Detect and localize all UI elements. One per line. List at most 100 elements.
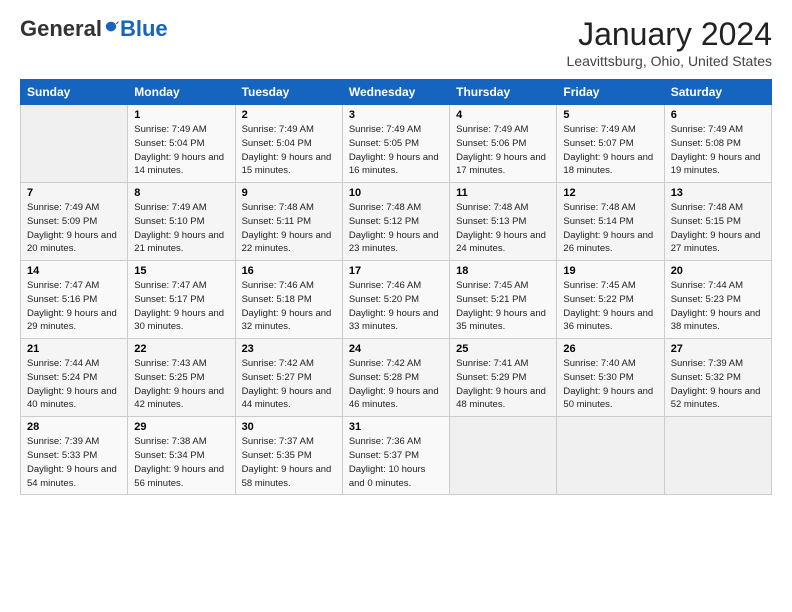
- day-cell: 18 Sunrise: 7:45 AMSunset: 5:21 PMDayligh…: [450, 261, 557, 339]
- day-cell: 20 Sunrise: 7:44 AMSunset: 5:23 PMDayligh…: [664, 261, 771, 339]
- day-cell: 27 Sunrise: 7:39 AMSunset: 5:32 PMDayligh…: [664, 339, 771, 417]
- day-number: 13: [671, 187, 765, 199]
- day-info: Sunrise: 7:48 AMSunset: 5:11 PMDaylight:…: [242, 201, 336, 256]
- day-cell: 16 Sunrise: 7:46 AMSunset: 5:18 PMDayligh…: [235, 261, 342, 339]
- day-cell: 21 Sunrise: 7:44 AMSunset: 5:24 PMDayligh…: [21, 339, 128, 417]
- day-cell: 30Sunrise: 7:37 AMSunset: 5:35 PMDayligh…: [235, 417, 342, 495]
- day-info: Sunrise: 7:46 AMSunset: 5:18 PMDaylight:…: [242, 279, 336, 334]
- day-number: 4: [456, 109, 550, 121]
- day-info: Sunrise: 7:49 AMSunset: 5:04 PMDaylight:…: [242, 123, 336, 178]
- weekday-header-tuesday: Tuesday: [235, 80, 342, 105]
- day-info: Sunrise: 7:48 AMSunset: 5:13 PMDaylight:…: [456, 201, 550, 256]
- day-number: 16: [242, 265, 336, 277]
- day-cell: 2Sunrise: 7:49 AMSunset: 5:04 PMDaylight…: [235, 105, 342, 183]
- calendar-page: General Blue January 2024 Leavittsburg, …: [0, 0, 792, 505]
- day-cell: 15 Sunrise: 7:47 AMSunset: 5:17 PMDayligh…: [128, 261, 235, 339]
- day-number: 6: [671, 109, 765, 121]
- day-info: Sunrise: 7:48 AMSunset: 5:15 PMDaylight:…: [671, 201, 765, 256]
- day-info: Sunrise: 7:45 AMSunset: 5:21 PMDaylight:…: [456, 279, 550, 334]
- header: General Blue January 2024 Leavittsburg, …: [20, 16, 772, 69]
- day-cell: 9 Sunrise: 7:48 AMSunset: 5:11 PMDaylight…: [235, 183, 342, 261]
- logo-general-text: General: [20, 16, 102, 42]
- title-block: January 2024 Leavittsburg, Ohio, United …: [567, 16, 772, 69]
- day-info: Sunrise: 7:43 AMSunset: 5:25 PMDaylight:…: [134, 357, 228, 412]
- day-number: 26: [563, 343, 657, 355]
- day-number: 11: [456, 187, 550, 199]
- weekday-header-friday: Friday: [557, 80, 664, 105]
- day-number: 9: [242, 187, 336, 199]
- day-cell: 24Sunrise: 7:42 AMSunset: 5:28 PMDayligh…: [342, 339, 449, 417]
- day-number: 24: [349, 343, 443, 355]
- day-number: 3: [349, 109, 443, 121]
- day-info: Sunrise: 7:49 AMSunset: 5:06 PMDaylight:…: [456, 123, 550, 178]
- day-cell: 4 Sunrise: 7:49 AMSunset: 5:06 PMDaylight…: [450, 105, 557, 183]
- day-info: Sunrise: 7:45 AMSunset: 5:22 PMDaylight:…: [563, 279, 657, 334]
- day-number: 8: [134, 187, 228, 199]
- day-number: 1: [134, 109, 228, 121]
- day-number: 27: [671, 343, 765, 355]
- day-cell: [557, 417, 664, 495]
- day-number: 5: [563, 109, 657, 121]
- day-info: Sunrise: 7:49 AMSunset: 5:10 PMDaylight:…: [134, 201, 228, 256]
- day-cell: 12Sunrise: 7:48 AMSunset: 5:14 PMDayligh…: [557, 183, 664, 261]
- day-number: 31: [349, 421, 443, 433]
- day-number: 15: [134, 265, 228, 277]
- weekday-header-saturday: Saturday: [664, 80, 771, 105]
- day-cell: 19Sunrise: 7:45 AMSunset: 5:22 PMDayligh…: [557, 261, 664, 339]
- day-number: 12: [563, 187, 657, 199]
- day-number: 17: [349, 265, 443, 277]
- day-cell: [664, 417, 771, 495]
- day-number: 29: [134, 421, 228, 433]
- day-cell: 26 Sunrise: 7:40 AMSunset: 5:30 PMDayligh…: [557, 339, 664, 417]
- day-number: 21: [27, 343, 121, 355]
- day-info: Sunrise: 7:39 AMSunset: 5:32 PMDaylight:…: [671, 357, 765, 412]
- day-info: Sunrise: 7:42 AMSunset: 5:27 PMDaylight:…: [242, 357, 336, 412]
- day-number: 7: [27, 187, 121, 199]
- day-info: Sunrise: 7:47 AMSunset: 5:17 PMDaylight:…: [134, 279, 228, 334]
- day-number: 18: [456, 265, 550, 277]
- day-info: Sunrise: 7:44 AMSunset: 5:23 PMDaylight:…: [671, 279, 765, 334]
- day-cell: [21, 105, 128, 183]
- day-cell: 3 Sunrise: 7:49 AMSunset: 5:05 PMDaylight…: [342, 105, 449, 183]
- day-cell: 13 Sunrise: 7:48 AMSunset: 5:15 PMDayligh…: [664, 183, 771, 261]
- day-info: Sunrise: 7:44 AMSunset: 5:24 PMDaylight:…: [27, 357, 121, 412]
- logo-bird-icon: [103, 20, 119, 38]
- day-info: Sunrise: 7:41 AMSunset: 5:29 PMDaylight:…: [456, 357, 550, 412]
- week-row-2: 7Sunrise: 7:49 AMSunset: 5:09 PMDaylight…: [21, 183, 772, 261]
- week-row-5: 28Sunrise: 7:39 AMSunset: 5:33 PMDayligh…: [21, 417, 772, 495]
- month-title: January 2024: [567, 16, 772, 53]
- day-info: Sunrise: 7:46 AMSunset: 5:20 PMDaylight:…: [349, 279, 443, 334]
- weekday-header-wednesday: Wednesday: [342, 80, 449, 105]
- day-number: 23: [242, 343, 336, 355]
- weekday-header-monday: Monday: [128, 80, 235, 105]
- day-info: Sunrise: 7:49 AMSunset: 5:07 PMDaylight:…: [563, 123, 657, 178]
- day-cell: 23 Sunrise: 7:42 AMSunset: 5:27 PMDayligh…: [235, 339, 342, 417]
- logo-blue-text: Blue: [120, 16, 168, 42]
- day-number: 30: [242, 421, 336, 433]
- day-cell: 10Sunrise: 7:48 AMSunset: 5:12 PMDayligh…: [342, 183, 449, 261]
- day-cell: 28Sunrise: 7:39 AMSunset: 5:33 PMDayligh…: [21, 417, 128, 495]
- day-cell: 6 Sunrise: 7:49 AMSunset: 5:08 PMDaylight…: [664, 105, 771, 183]
- calendar-table: SundayMondayTuesdayWednesdayThursdayFrid…: [20, 79, 772, 495]
- day-number: 22: [134, 343, 228, 355]
- day-cell: 11 Sunrise: 7:48 AMSunset: 5:13 PMDayligh…: [450, 183, 557, 261]
- day-info: Sunrise: 7:49 AMSunset: 5:08 PMDaylight:…: [671, 123, 765, 178]
- day-cell: 25Sunrise: 7:41 AMSunset: 5:29 PMDayligh…: [450, 339, 557, 417]
- week-row-3: 14Sunrise: 7:47 AMSunset: 5:16 PMDayligh…: [21, 261, 772, 339]
- day-cell: 29Sunrise: 7:38 AMSunset: 5:34 PMDayligh…: [128, 417, 235, 495]
- day-info: Sunrise: 7:49 AMSunset: 5:04 PMDaylight:…: [134, 123, 228, 178]
- day-info: Sunrise: 7:40 AMSunset: 5:30 PMDaylight:…: [563, 357, 657, 412]
- day-info: Sunrise: 7:36 AMSunset: 5:37 PMDaylight:…: [349, 435, 443, 490]
- week-row-4: 21 Sunrise: 7:44 AMSunset: 5:24 PMDayligh…: [21, 339, 772, 417]
- location: Leavittsburg, Ohio, United States: [567, 53, 772, 69]
- day-cell: 22 Sunrise: 7:43 AMSunset: 5:25 PMDayligh…: [128, 339, 235, 417]
- day-cell: 31 Sunrise: 7:36 AMSunset: 5:37 PMDayligh…: [342, 417, 449, 495]
- day-cell: 17 Sunrise: 7:46 AMSunset: 5:20 PMDayligh…: [342, 261, 449, 339]
- day-info: Sunrise: 7:49 AMSunset: 5:05 PMDaylight:…: [349, 123, 443, 178]
- weekday-header-row: SundayMondayTuesdayWednesdayThursdayFrid…: [21, 80, 772, 105]
- day-number: 10: [349, 187, 443, 199]
- week-row-1: 1 Sunrise: 7:49 AMSunset: 5:04 PMDaylight…: [21, 105, 772, 183]
- weekday-header-sunday: Sunday: [21, 80, 128, 105]
- day-cell: [450, 417, 557, 495]
- day-number: 20: [671, 265, 765, 277]
